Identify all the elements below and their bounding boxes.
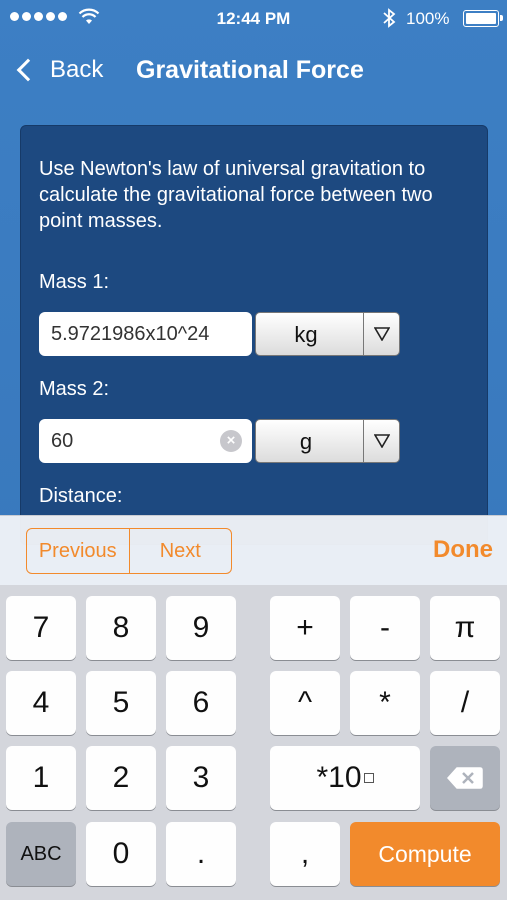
key-6[interactable]: 6 (166, 671, 236, 735)
calculator-card: Use Newton's law of universal gravitatio… (20, 125, 488, 545)
key-3[interactable]: 3 (166, 746, 236, 810)
key-9[interactable]: 9 (166, 596, 236, 660)
mass2-unit-select[interactable]: g (255, 419, 400, 463)
battery-percentage: 100% (406, 9, 450, 28)
distance-label: Distance: (39, 485, 123, 507)
key-decimal[interactable]: . (166, 822, 236, 886)
exp-key-label: *10 (316, 761, 362, 794)
description-text: Use Newton's law of universal gravitatio… (39, 158, 433, 232)
key-minus[interactable]: - (350, 596, 420, 660)
backspace-key[interactable] (430, 746, 500, 810)
previous-button[interactable]: Previous (27, 529, 129, 573)
page-title: Gravitational Force (136, 56, 364, 84)
keyboard-accessory-bar: Previous Next Done (0, 515, 507, 585)
key-0[interactable]: 0 (86, 822, 156, 886)
backspace-icon (447, 767, 483, 789)
done-button[interactable]: Done (433, 536, 493, 564)
key-caret[interactable]: ^ (270, 671, 340, 735)
back-button[interactable]: Back (12, 50, 103, 90)
superscript-box-icon (363, 773, 374, 783)
key-plus[interactable]: + (270, 596, 340, 660)
bluetooth-icon (383, 8, 396, 28)
compute-label: Compute (378, 840, 472, 867)
navigation-bar: Back Gravitational Force (0, 36, 507, 102)
mass2-label: Mass 2: (39, 378, 110, 400)
dropdown-triangle-icon (363, 313, 399, 355)
compute-button[interactable]: Compute (350, 822, 500, 886)
key-5[interactable]: 5 (86, 671, 156, 735)
chevron-left-icon (16, 58, 40, 82)
back-label: Back (50, 56, 104, 83)
abc-key-label: ABC (20, 842, 62, 865)
mass2-value: 60 (51, 430, 74, 452)
key-8[interactable]: 8 (86, 596, 156, 660)
mass1-input[interactable]: 5.9721986x10^24 (39, 312, 252, 356)
battery-icon (463, 10, 503, 27)
prev-next-segment: Previous Next (26, 528, 232, 574)
next-button[interactable]: Next (128, 529, 232, 573)
key-4[interactable]: 4 (6, 671, 76, 735)
key-comma[interactable]: , (270, 822, 340, 886)
status-bar: 12:44 PM 100% (0, 0, 507, 36)
key-1[interactable]: 1 (6, 746, 76, 810)
abc-key[interactable]: ABC (6, 822, 76, 886)
mass2-input[interactable]: 60 × (39, 419, 252, 463)
key-times-ten-power[interactable]: *10 (270, 746, 420, 810)
key-7[interactable]: 7 (6, 596, 76, 660)
mass2-unit-value: g (299, 429, 313, 454)
app-screen: 12:44 PM 100% Back Gravitational Force U… (0, 0, 507, 900)
mass1-unit-value: kg (294, 322, 318, 347)
dropdown-triangle-icon (363, 420, 399, 462)
key-divide[interactable]: / (430, 671, 500, 735)
mass1-label: Mass 1: (39, 271, 110, 293)
key-2[interactable]: 2 (86, 746, 156, 810)
mass1-unit-select[interactable]: kg (255, 312, 400, 356)
clear-icon[interactable]: × (220, 430, 242, 452)
key-pi[interactable]: π (430, 596, 500, 660)
key-multiply[interactable]: * (350, 671, 420, 735)
numeric-keyboard: 7 8 9 + - π 4 5 6 ^ * / 1 2 3 *10 ABC 0 … (0, 585, 507, 900)
